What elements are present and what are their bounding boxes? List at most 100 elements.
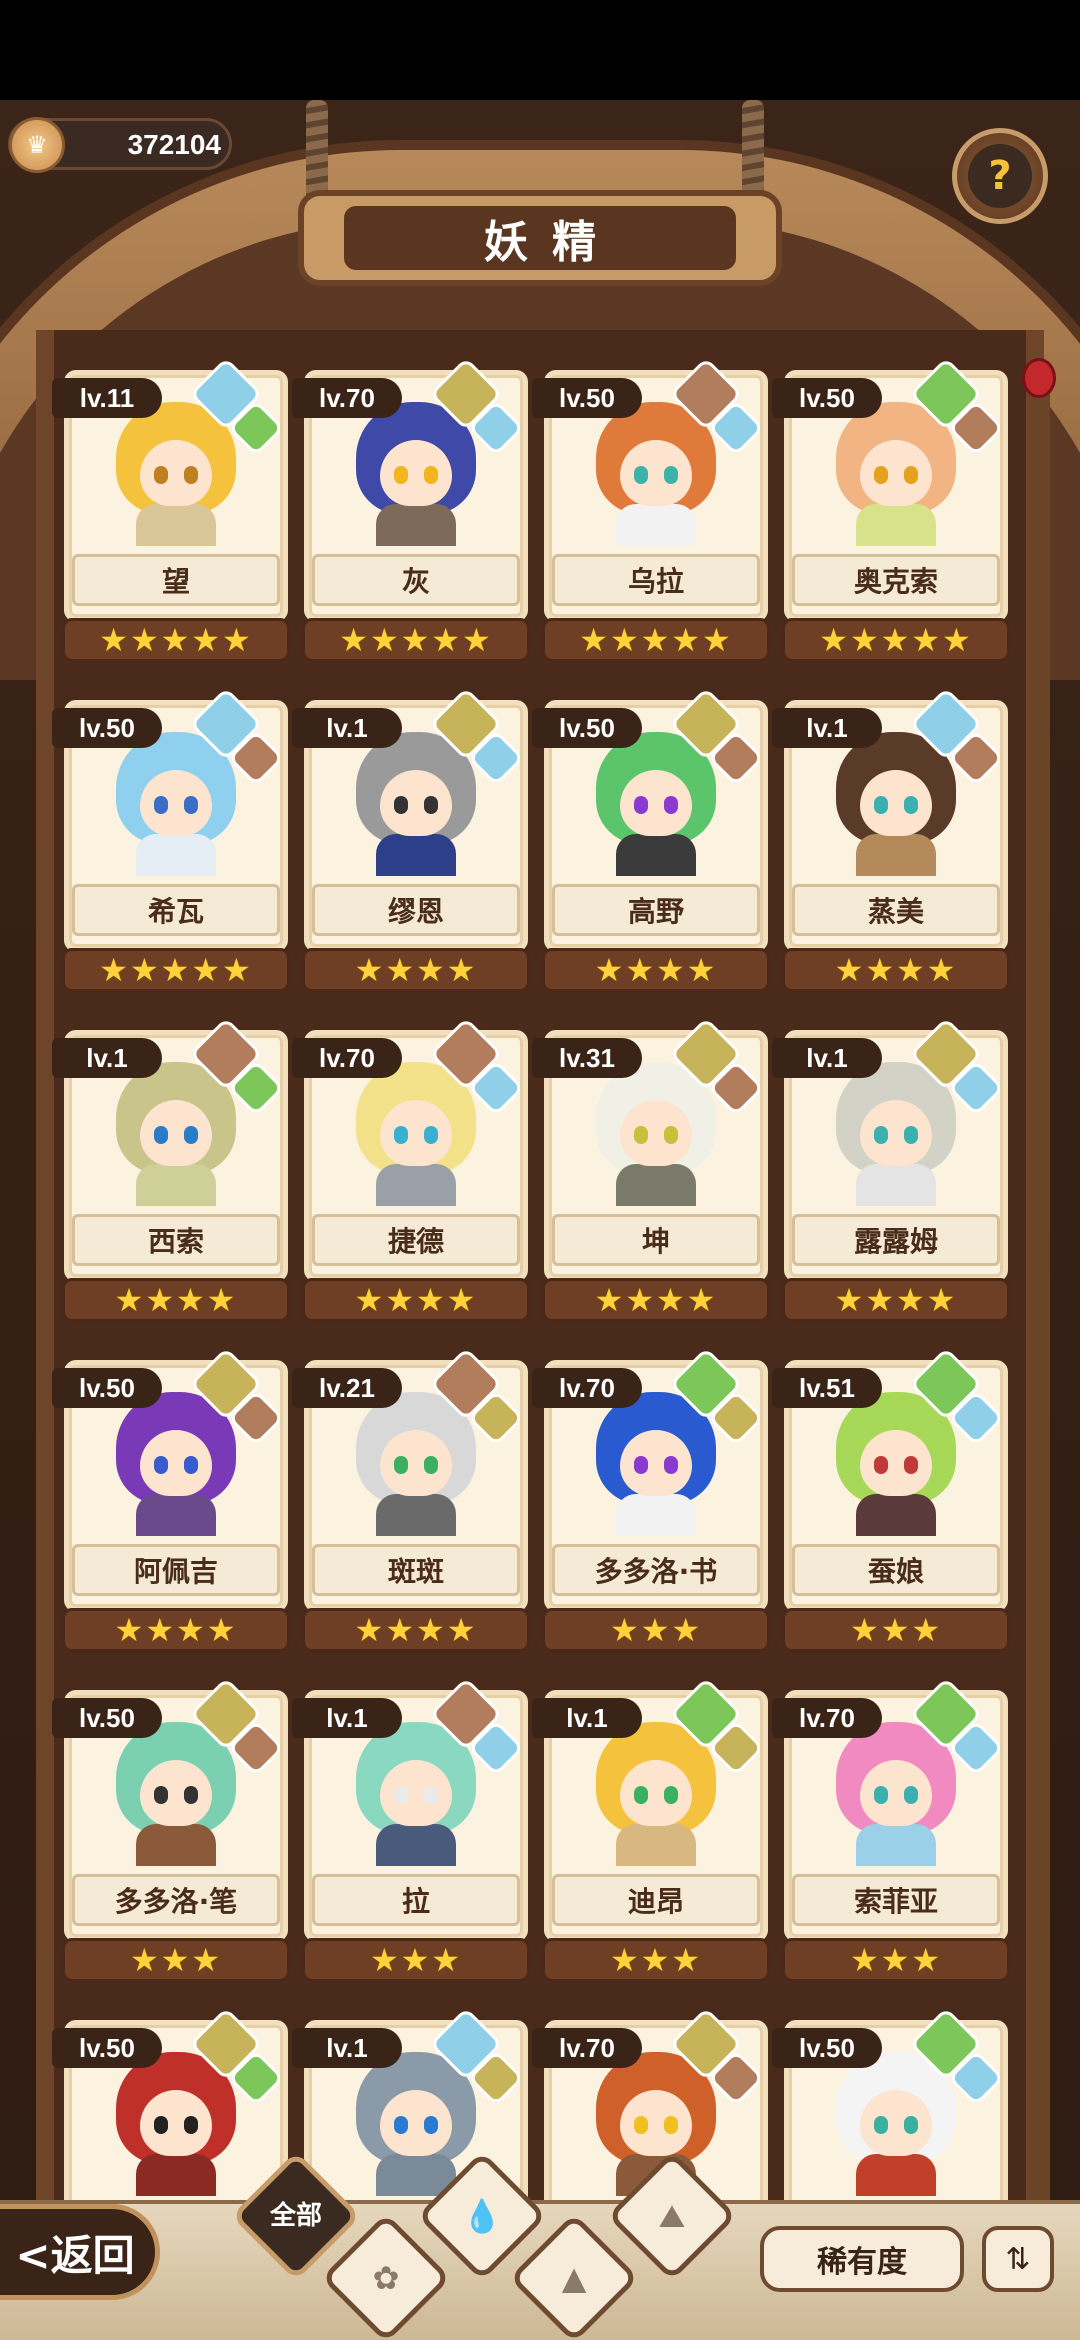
- fairy-card[interactable]: 西索 ★★★★ lv.1: [52, 1017, 294, 1330]
- level-badge: lv.50: [772, 378, 882, 418]
- level-text: lv.11: [79, 382, 135, 413]
- fairy-card[interactable]: 希瓦 ★★★★★ lv.50: [52, 687, 294, 1000]
- level-badge: lv.50: [52, 1368, 162, 1408]
- level-badge: lv.50: [52, 1698, 162, 1738]
- star-icons: ★★★★: [594, 1281, 718, 1319]
- rarity-sort-button[interactable]: 稀有度: [760, 2226, 964, 2292]
- level-text: lv.31: [559, 1042, 615, 1073]
- back-button[interactable]: <返回: [0, 2204, 160, 2300]
- scrollbar-thumb[interactable]: [1022, 358, 1056, 398]
- fairy-card[interactable]: 多多洛·书 ★★★ lv.70: [532, 1347, 774, 1660]
- sort-icon: ⇅: [1005, 2241, 1031, 2277]
- star-rating: ★★★★★: [782, 618, 1010, 662]
- star-rating: ★★★★★: [302, 618, 530, 662]
- level-badge: lv.31: [532, 1038, 642, 1078]
- fairy-name: 迪昂: [627, 1885, 684, 1918]
- name-ribbon: 多多洛·笔: [72, 1874, 280, 1926]
- fairy-card[interactable]: 乌拉 ★★★★★ lv.50: [532, 357, 774, 670]
- fairy-name: 坤: [641, 1225, 670, 1258]
- level-badge: lv.70: [532, 1368, 642, 1408]
- level-text: lv.50: [79, 1702, 135, 1733]
- level-text: lv.70: [319, 382, 375, 413]
- fairy-card[interactable]: 索菲亚 ★★★ lv.70: [772, 1677, 1014, 1990]
- level-text: lv.1: [86, 1042, 128, 1073]
- level-badge: lv.50: [772, 2028, 882, 2068]
- star-rating: ★★★★: [62, 1278, 290, 1322]
- fairy-card[interactable]: 迪昂 ★★★ lv.1: [532, 1677, 774, 1990]
- fairy-card[interactable]: 缪恩 ★★★★ lv.1: [292, 687, 534, 1000]
- level-badge: lv.1: [532, 1698, 642, 1738]
- page-title: 妖精: [484, 217, 620, 268]
- name-ribbon: 捷德: [312, 1214, 520, 1266]
- fairy-name: 阿佩吉: [133, 1555, 218, 1588]
- star-rating: ★★★★: [542, 948, 770, 992]
- fairy-card[interactable]: 灰 ★★★★★ lv.70: [292, 357, 534, 670]
- star-icons: ★★★: [369, 1941, 463, 1979]
- level-badge: lv.1: [292, 1698, 402, 1738]
- name-ribbon: 迪昂: [552, 1874, 760, 1926]
- star-icons: ★★★★: [354, 1611, 478, 1649]
- level-badge: lv.1: [772, 708, 882, 748]
- level-badge: lv.70: [292, 378, 402, 418]
- star-icons: ★★★★: [354, 1281, 478, 1319]
- currency-display: ♛ 372104: [8, 117, 232, 173]
- star-icons: ★★★★★: [339, 621, 493, 659]
- fairy-card[interactable]: 坤 ★★★★ lv.31: [532, 1017, 774, 1330]
- level-badge: lv.1: [292, 2028, 402, 2068]
- star-rating: ★★★: [782, 1938, 1010, 1982]
- fairy-card[interactable]: 奥克索 ★★★★★ lv.50: [772, 357, 1014, 670]
- fairy-card[interactable]: 捷德 ★★★★ lv.70: [292, 1017, 534, 1330]
- star-icons: ★★★★: [354, 951, 478, 989]
- fairy-card[interactable]: 阿佩吉 ★★★★ lv.50: [52, 1347, 294, 1660]
- fairy-name: 望: [161, 565, 190, 598]
- level-text: lv.50: [799, 382, 855, 413]
- name-ribbon: 高野: [552, 884, 760, 936]
- fairy-card[interactable]: 蒸美 ★★★★ lv.1: [772, 687, 1014, 1000]
- name-ribbon: 阿佩吉: [72, 1544, 280, 1596]
- status-bar-area: [0, 0, 1080, 100]
- star-rating: ★★★★★: [62, 948, 290, 992]
- fairy-card[interactable]: 斑斑 ★★★★ lv.21: [292, 1347, 534, 1660]
- level-text: lv.51: [799, 1372, 855, 1403]
- level-badge: lv.50: [52, 708, 162, 748]
- scrollbar-track[interactable]: [1028, 360, 1050, 2220]
- star-icons: ★★★★★: [819, 621, 973, 659]
- level-text: lv.70: [799, 1702, 855, 1733]
- fairy-card[interactable]: 望 ★★★★★ lv.11: [52, 357, 294, 670]
- sort-order-button[interactable]: ⇅: [982, 2226, 1054, 2292]
- fairy-card[interactable]: 多多洛·笔 ★★★ lv.50: [52, 1677, 294, 1990]
- star-icons: ★★★★: [834, 1281, 958, 1319]
- level-text: lv.1: [326, 2032, 368, 2063]
- name-ribbon: 索菲亚: [792, 1874, 1000, 1926]
- level-badge: lv.1: [772, 1038, 882, 1078]
- star-rating: ★★★★: [302, 948, 530, 992]
- name-ribbon: 望: [72, 554, 280, 606]
- fairy-name: 灰: [401, 565, 430, 598]
- level-text: lv.1: [326, 712, 368, 743]
- star-icons: ★★★★: [594, 951, 718, 989]
- fairy-name: 多多洛·笔: [114, 1885, 238, 1918]
- star-rating: ★★★★: [302, 1608, 530, 1652]
- star-icons: ★★★: [849, 1941, 943, 1979]
- star-rating: ★★★★: [542, 1278, 770, 1322]
- fairy-card[interactable]: 拉 ★★★ lv.1: [292, 1677, 534, 1990]
- fairy-card[interactable]: 露露姆 ★★★★ lv.1: [772, 1017, 1014, 1330]
- level-text: lv.70: [559, 2032, 615, 2063]
- level-text: lv.1: [326, 1702, 368, 1733]
- fairy-name: 高野: [627, 895, 684, 928]
- level-badge: lv.11: [52, 378, 162, 418]
- star-icons: ★★★★★: [99, 951, 253, 989]
- name-ribbon: 露露姆: [792, 1214, 1000, 1266]
- star-rating: ★★★: [62, 1938, 290, 1982]
- star-icons: ★★★: [609, 1941, 703, 1979]
- level-badge: lv.1: [292, 708, 402, 748]
- star-rating: ★★★: [542, 1938, 770, 1982]
- star-icons: ★★★: [849, 1611, 943, 1649]
- level-text: lv.70: [559, 1372, 615, 1403]
- mountain-icon: ▲: [561, 2259, 587, 2297]
- help-button[interactable]: ?: [952, 128, 1048, 224]
- name-ribbon: 奥克索: [792, 554, 1000, 606]
- fairy-card[interactable]: 蚕娘 ★★★ lv.51: [772, 1347, 1014, 1660]
- star-rating: ★★★★★: [542, 618, 770, 662]
- fairy-card[interactable]: 高野 ★★★★ lv.50: [532, 687, 774, 1000]
